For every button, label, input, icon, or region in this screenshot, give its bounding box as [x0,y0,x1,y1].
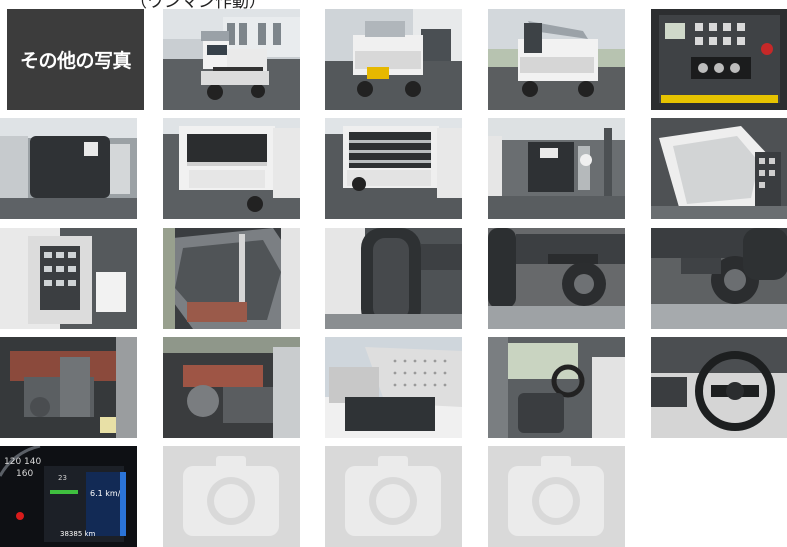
camera-icon [325,446,462,547]
perforated-platform-icon [325,337,462,438]
cluster-odometer: 38385 km [60,530,96,538]
photo-cab-interior[interactable] [488,337,625,438]
truck-rear-right-icon [488,9,625,110]
photo-engine-bay-open[interactable] [163,228,300,329]
photo-toolbox-open[interactable] [163,118,300,219]
photo-placeholder [325,446,462,547]
photo-toolbox-shelves[interactable] [325,118,462,219]
photo-placeholder [488,446,625,547]
photo-steering-wheel[interactable] [651,337,787,438]
photo-fuel-tank[interactable] [0,118,137,219]
cluster-speed-labels: 120 140 [4,457,41,467]
photo-engine-top[interactable] [0,337,137,438]
fuel-tank-icon [0,118,137,219]
control-panel-icon [651,9,787,110]
gallery-label-tile: その他の写真 [7,9,144,110]
instrument-cluster-icon: 120 140 160 6.1 km/L 38385 km 23 [0,446,137,547]
cluster-temp: 23 [58,474,67,482]
rear-axle-icon [651,228,787,329]
cluster-speed-label-2: 160 [16,469,33,479]
camera-icon [488,446,625,547]
camera-icon [163,446,300,547]
photo-rear-axle[interactable] [651,228,787,329]
photo-front-tire[interactable] [325,228,462,329]
photo-rear-tires[interactable] [488,228,625,329]
bucket-controls-icon [0,228,137,329]
photo-placeholder [163,446,300,547]
photo-engine-turbo[interactable] [163,337,300,438]
truck-front-left-icon [163,9,300,110]
engine-top-icon [0,337,137,438]
toolbox-shelves-icon [325,118,462,219]
engine-bay-open-icon [163,228,300,329]
rear-tires-icon [488,228,625,329]
photo-perforated-platform[interactable] [325,337,462,438]
engine-turbo-icon [163,337,300,438]
bucket-panel-icon [651,118,787,219]
tank-side-icon [488,118,625,219]
photo-truck-rear-left[interactable] [325,9,462,110]
photo-bucket-controls[interactable] [0,228,137,329]
cab-interior-icon [488,337,625,438]
photo-control-panel[interactable] [651,9,787,110]
gallery-label: その他の写真 [19,50,132,72]
toolbox-open-icon [163,118,300,219]
photo-bucket-panel[interactable] [651,118,787,219]
photo-truck-rear-right[interactable] [488,9,625,110]
truck-rear-left-icon [325,9,462,110]
front-tire-icon [325,228,462,329]
photo-truck-front-left[interactable] [163,9,300,110]
photo-instrument-cluster[interactable]: 120 140 160 6.1 km/L 38385 km 23 [0,446,137,547]
photo-tank-side[interactable] [488,118,625,219]
steering-wheel-icon [651,337,787,438]
